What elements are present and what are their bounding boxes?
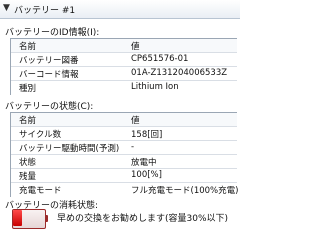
- item-name: バーコード情報: [19, 70, 79, 80]
- item-value: 158[回]: [131, 130, 163, 140]
- item-name: 種別: [19, 84, 37, 94]
- panel-title: バッテリー #1: [14, 6, 76, 16]
- item-value: -: [131, 142, 135, 152]
- list-item[interactable]: バッテリー駆動時間(予測) -: [11, 141, 237, 155]
- id-info-list[interactable]: 名前 値 バッテリー図番 CP651576-01 バーコード情報 01A-Z13…: [10, 38, 237, 95]
- battery-low-icon: [12, 209, 50, 229]
- wear-message: 早めの交換をお勧めします(容量30%以下): [57, 214, 229, 224]
- list-item[interactable]: バッテリー図番 CP651576-01: [11, 53, 237, 67]
- status-list[interactable]: 名前 値 サイクル数 158[回] バッテリー駆動時間(予測) - 状態 放電中…: [10, 112, 239, 197]
- list-header: 名前 値: [11, 39, 237, 53]
- column-header-value: 値: [131, 42, 140, 52]
- item-name: バッテリー図番: [19, 56, 79, 66]
- list-item[interactable]: 残量 100[%]: [11, 169, 237, 183]
- item-name: サイクル数: [19, 130, 62, 140]
- column-header-name: 名前: [19, 116, 37, 126]
- column-header-value: 値: [131, 116, 140, 126]
- panel-header[interactable]: ▼ バッテリー #1: [0, 0, 240, 19]
- item-name: 充電モード: [19, 186, 62, 196]
- chevron-down-icon[interactable]: ▼: [3, 3, 10, 13]
- list-item[interactable]: バーコード情報 01A-Z131204006533Z: [11, 67, 237, 81]
- list-item[interactable]: 充電モード フル充電モード(100%充電): [11, 183, 239, 196]
- item-name: バッテリー駆動時間(予測): [19, 144, 120, 154]
- id-section-title: バッテリーのID情報(I):: [5, 28, 100, 38]
- item-value: 01A-Z131204006533Z: [131, 68, 228, 78]
- list-header: 名前 値: [11, 113, 237, 127]
- item-value: 100[%]: [131, 170, 162, 180]
- item-name: 残量: [19, 172, 37, 182]
- item-value: 放電中: [131, 158, 157, 168]
- item-name: 状態: [19, 158, 37, 168]
- list-item[interactable]: 種別 Lithium Ion: [11, 81, 237, 94]
- list-item[interactable]: 状態 放電中: [11, 155, 237, 169]
- item-value: フル充電モード(100%充電): [131, 186, 239, 196]
- list-item[interactable]: サイクル数 158[回]: [11, 127, 237, 141]
- item-value: CP651576-01: [131, 54, 189, 64]
- column-header-name: 名前: [19, 42, 37, 52]
- status-section-title: バッテリーの状態(C):: [5, 102, 94, 112]
- item-value: Lithium Ion: [131, 82, 179, 92]
